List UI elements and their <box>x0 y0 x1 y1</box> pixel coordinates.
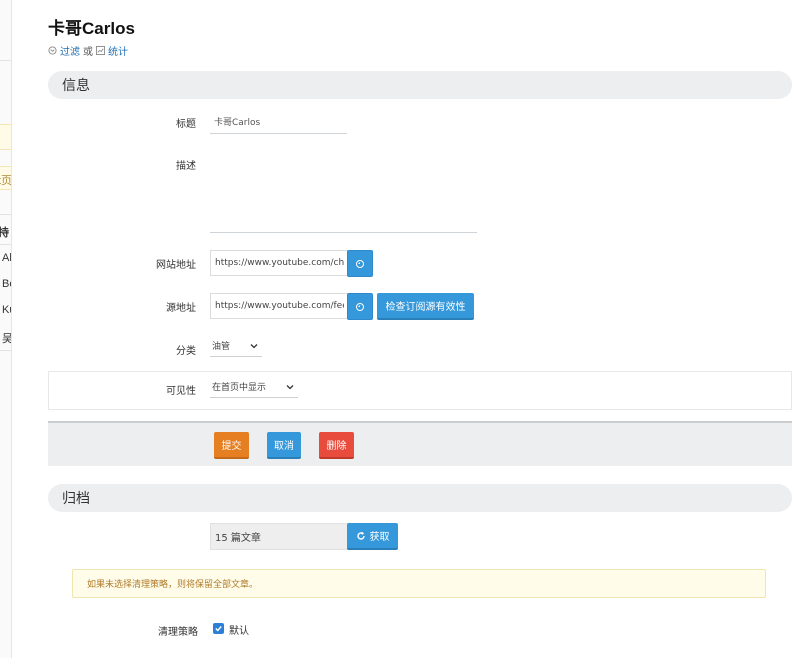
description-textarea[interactable] <box>210 150 477 233</box>
category-select[interactable]: 油管 <box>210 335 262 357</box>
filter-link[interactable]: 过滤 <box>60 43 80 58</box>
or-text: 或 <box>83 47 93 58</box>
website-open-button[interactable] <box>347 250 373 277</box>
sidebar-notice <box>0 124 11 150</box>
archive-section-title: 归档 <box>62 491 90 507</box>
sidebar-item[interactable]: 吴 <box>2 330 11 346</box>
submit-button[interactable]: 提交 <box>214 432 249 459</box>
visibility-value: 在首页中显示 <box>212 383 267 393</box>
default-checkbox-label: 默认 <box>229 626 249 637</box>
archive-section-header: 归档 <box>48 484 792 512</box>
source-input[interactable] <box>210 293 348 319</box>
validate-feed-button[interactable]: 检查订阅源有效性 <box>377 293 474 320</box>
refresh-icon <box>356 302 364 311</box>
sidebar-divider <box>0 244 11 245</box>
check-icon <box>215 626 222 632</box>
page-links: 过滤 或 统计 <box>48 43 128 58</box>
website-input[interactable] <box>210 250 348 276</box>
sidebar-fragment: t页 <box>0 175 12 187</box>
sidebar-notice: t页 <box>0 166 12 190</box>
fetch-button[interactable]: 获取 <box>347 523 398 550</box>
chevron-down-icon <box>286 385 294 390</box>
chevron-down-icon <box>250 344 258 349</box>
info-section-header: 信息 <box>48 71 792 99</box>
sidebar-divider <box>0 214 11 215</box>
default-checkbox[interactable] <box>213 623 224 634</box>
cleanup-notice: 如果未选择清理策略，则将保留全部文章。 <box>72 569 766 598</box>
sidebar-item[interactable]: Ku <box>2 304 11 316</box>
title-input[interactable] <box>210 110 347 134</box>
sidebar-divider <box>0 350 11 351</box>
sidebar-item[interactable]: Be <box>2 278 11 290</box>
page-title: 卡哥Carlos <box>48 19 135 38</box>
visibility-label: 可见性 <box>166 386 196 397</box>
cleanup-label: 清理策略 <box>158 627 198 638</box>
visibility-select[interactable]: 在首页中显示 <box>210 376 298 398</box>
delete-button[interactable]: 删除 <box>319 432 354 459</box>
description-label: 描述 <box>176 161 196 172</box>
left-sidebar: t页 持 Al Be Ku 吴 <box>0 0 12 658</box>
sidebar-divider <box>0 60 11 61</box>
info-section-title: 信息 <box>62 78 90 94</box>
fetch-label: 获取 <box>369 532 390 543</box>
filter-icon <box>48 46 57 55</box>
title-label: 标题 <box>176 119 196 130</box>
article-count-field: 15 篇文章 <box>210 523 348 550</box>
category-value: 油管 <box>212 342 231 352</box>
website-label: 网站地址 <box>156 260 196 271</box>
form-actions <box>48 421 792 466</box>
sidebar-item[interactable]: Al <box>2 252 11 264</box>
source-label: 源地址 <box>166 303 196 314</box>
sidebar-fragment: 持 <box>0 224 9 240</box>
stats-link[interactable]: 统计 <box>108 43 128 58</box>
refresh-icon <box>356 259 364 268</box>
category-label: 分类 <box>176 346 196 357</box>
refresh-icon <box>356 531 365 540</box>
chart-icon <box>96 46 105 55</box>
cancel-button[interactable]: 取消 <box>267 432 301 459</box>
source-open-button[interactable] <box>347 293 373 320</box>
